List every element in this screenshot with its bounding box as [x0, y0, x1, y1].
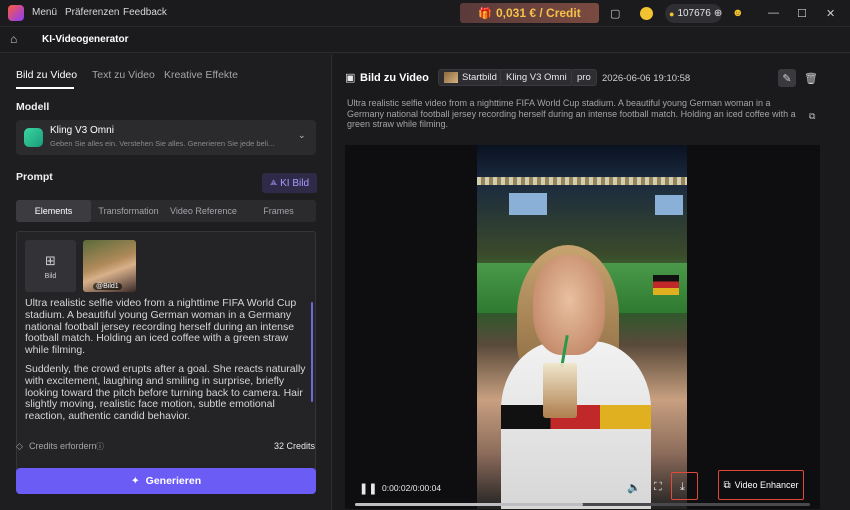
- ki-bild-label: KI Bild: [280, 177, 310, 189]
- prompt-paragraph-1: Ultra realistic selfie video from a nigh…: [25, 297, 297, 357]
- add-image-label: Bild: [44, 272, 57, 280]
- stadium-screen-right: [655, 195, 683, 215]
- stadium-lights: [477, 177, 687, 185]
- maximize-icon[interactable]: ☐: [797, 7, 807, 20]
- tab-video-reference[interactable]: Video Reference: [166, 200, 241, 222]
- model-select[interactable]: Kling V3 Omni Geben Sie alles ein. Verst…: [16, 120, 316, 155]
- edit-icon[interactable]: ✎: [778, 69, 796, 87]
- diamond-icon: ◇: [16, 441, 23, 451]
- add-coins-icon[interactable]: ⊕: [714, 8, 722, 19]
- trash-icon[interactable]: 🗑: [802, 69, 820, 87]
- copy-icon[interactable]: ⧉: [809, 111, 815, 122]
- prompt-paragraph-2: Suddenly, the crowd erupts after a goal.…: [25, 362, 306, 423]
- startbild-thumb: [444, 72, 458, 83]
- iced-coffee-cup: [543, 363, 577, 418]
- menu-item-praeferenzen[interactable]: Präferenzen: [65, 7, 119, 18]
- prompt-textarea[interactable]: Ultra realistic selfie video from a nigh…: [25, 297, 309, 430]
- add-image-button[interactable]: ⊞ Bild: [25, 240, 76, 292]
- prompt-scrollbar[interactable]: [311, 302, 313, 402]
- app-logo: [8, 5, 24, 21]
- volume-icon[interactable]: 🔈: [627, 481, 641, 494]
- crown-icon: ●: [669, 8, 675, 19]
- stadium-screen-left: [509, 193, 547, 215]
- germany-flag: [653, 275, 679, 295]
- chat-icon[interactable]: ▢: [610, 7, 620, 20]
- prompt-label: Prompt: [16, 171, 53, 183]
- menu-item-feedback[interactable]: Feedback: [123, 7, 167, 18]
- result-datetime: 2026-06-06 19:10:58: [602, 73, 691, 84]
- right-panel: ▣ Bild zu Video Startbild Kling V3 Omni …: [333, 54, 850, 510]
- tab-bild-zu-video[interactable]: Bild zu Video: [16, 69, 77, 81]
- chevron-down-icon[interactable]: ⌄: [298, 130, 306, 141]
- woman-face: [533, 255, 605, 355]
- video-enhancer-button[interactable]: ⧉ Video Enhancer: [718, 470, 804, 500]
- pro-badge: pro: [571, 69, 597, 86]
- image-icon: ▣: [345, 72, 356, 84]
- video-enhancer-label: Video Enhancer: [734, 480, 799, 490]
- download-highlight: [671, 472, 698, 500]
- kling-logo-icon: [24, 128, 43, 147]
- credit-price: 0,031 € / Credit: [495, 6, 581, 20]
- avatar-icon[interactable]: ☻: [732, 7, 744, 19]
- ai-image-icon: ⟁: [269, 178, 278, 187]
- result-title: Bild zu Video: [360, 72, 429, 84]
- model-label: Modell: [16, 101, 50, 113]
- sparkle-icon: ✦: [130, 475, 140, 487]
- credits-value: 32 Credits: [273, 441, 315, 451]
- home-icon[interactable]: ⌂: [10, 32, 17, 46]
- ki-bild-button[interactable]: ⟁ KI Bild: [262, 173, 317, 193]
- breadcrumb-bar: ⌂ KI-Videogenerator: [0, 27, 850, 53]
- tab-kreative-effekte[interactable]: Kreative Effekte: [164, 69, 238, 81]
- model-badge: Kling V3 Omni: [500, 69, 573, 86]
- tab-elements[interactable]: Elements: [16, 200, 91, 222]
- minimize-icon[interactable]: —: [768, 7, 779, 19]
- page-title: KI-Videogenerator: [42, 34, 129, 45]
- credit-price-banner[interactable]: 🎁 0,031 € / Credit: [460, 3, 599, 23]
- tab-frames[interactable]: Frames: [241, 200, 316, 222]
- startbild-label: Startbild: [462, 72, 497, 83]
- model-name: Kling V3 Omni: [50, 125, 114, 136]
- progress-bar[interactable]: [355, 503, 810, 506]
- close-icon[interactable]: ✕: [826, 7, 835, 20]
- menu-item-menue[interactable]: Menü: [32, 7, 57, 18]
- prompt-mode-tabs: Elements Transformation Video Reference …: [16, 200, 316, 222]
- gift-icon: 🎁: [478, 7, 492, 20]
- generate-label: Generieren: [145, 475, 202, 487]
- fullscreen-icon[interactable]: ⛶: [654, 481, 662, 494]
- result-description: Ultra realistic selfie video from a nigh…: [347, 98, 796, 129]
- progress-fill: [355, 503, 583, 506]
- generate-button[interactable]: ✦ Generieren: [16, 468, 316, 494]
- model-description: Geben Sie alles ein. Verstehen Sie alles…: [50, 139, 275, 148]
- time-display: 0:00:02/0:00:04: [382, 483, 442, 493]
- video-frame[interactable]: [477, 145, 687, 509]
- coin-balance[interactable]: ● 107676 ⊕: [665, 4, 722, 23]
- startbild-badge[interactable]: Startbild: [438, 69, 503, 86]
- left-panel: Bild zu Video Text zu Video Kreative Eff…: [0, 54, 332, 510]
- coin-icon: [640, 7, 653, 20]
- title-bar: Menü Präferenzen Feedback 🎁 0,031 € / Cr…: [0, 0, 850, 27]
- pause-icon[interactable]: ❚❚: [359, 482, 377, 495]
- enhance-icon: ⧉: [723, 479, 731, 491]
- tab-transformation[interactable]: Transformation: [91, 200, 166, 222]
- reference-image-thumbnail[interactable]: @Bild1: [83, 240, 136, 292]
- video-player[interactable]: ❚❚ 0:00:02/0:00:04 🔈 ⛶ ⤓ ⧉ Video Enhance…: [345, 145, 820, 509]
- tab-text-zu-video[interactable]: Text zu Video: [92, 69, 155, 81]
- active-tab-indicator: [16, 87, 74, 89]
- info-icon[interactable]: ⓘ: [96, 441, 104, 452]
- credits-label: Credits erfordern: [29, 441, 97, 451]
- coin-count: 107676: [677, 8, 711, 19]
- reference-image-tag: @Bild1: [93, 283, 122, 290]
- add-image-icon: ⊞: [45, 252, 56, 268]
